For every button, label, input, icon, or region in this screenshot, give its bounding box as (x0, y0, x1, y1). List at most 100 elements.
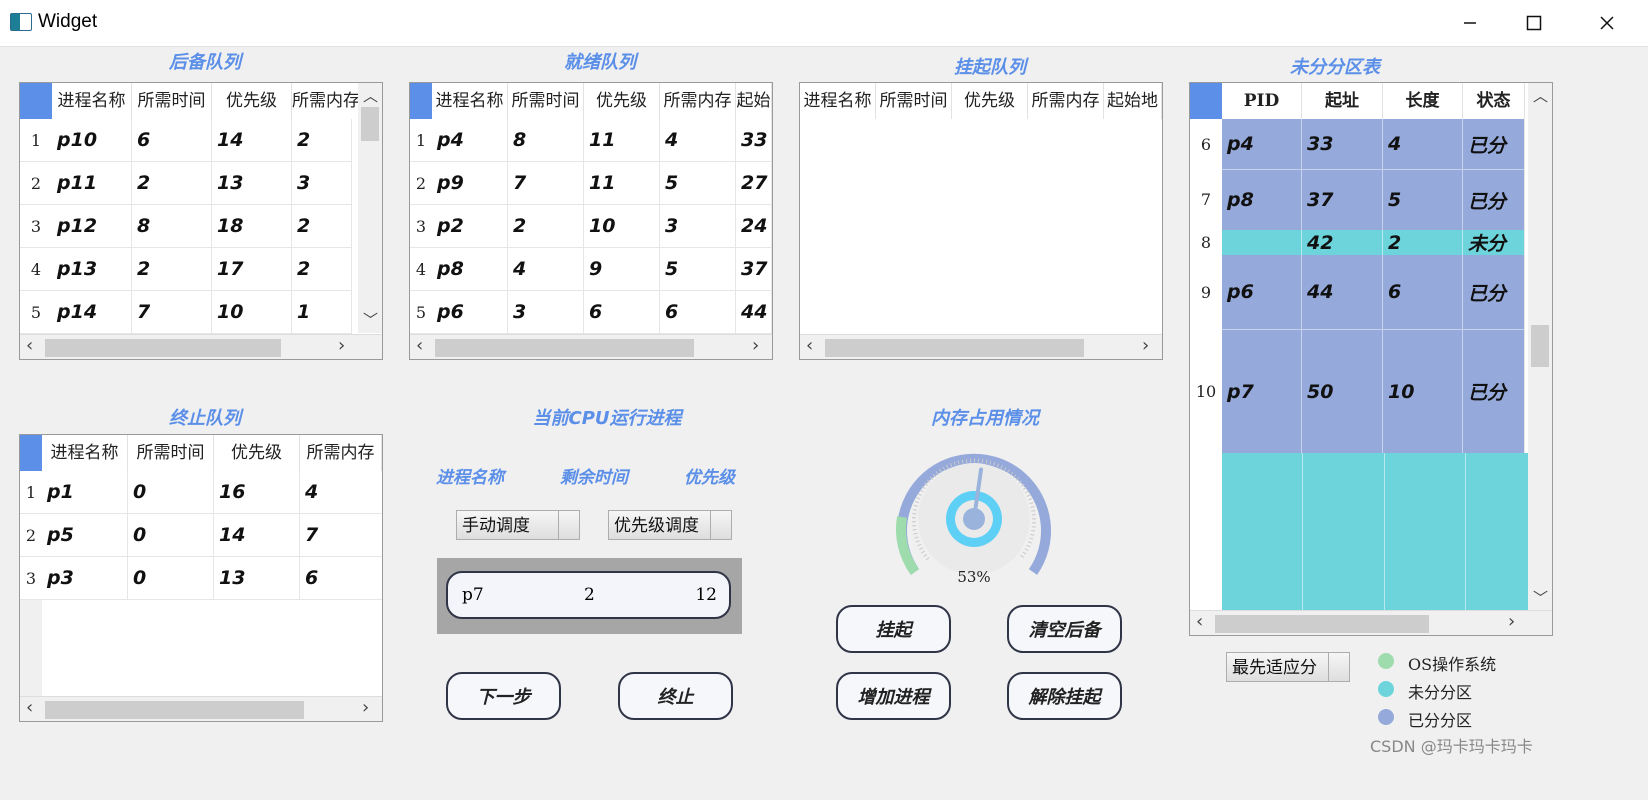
table-cell[interactable]: 6 (660, 291, 736, 333)
table-cell[interactable]: p6 (1222, 255, 1302, 329)
suspend-button[interactable]: 挂起 (836, 605, 951, 653)
column-header[interactable]: 所需内存 (1028, 83, 1104, 119)
table-cell[interactable]: 3 (660, 205, 736, 247)
table-cell[interactable]: 10 (584, 205, 660, 247)
table-cell[interactable]: 44 (1302, 255, 1383, 329)
scroll-up-icon[interactable]: ︿ (363, 85, 378, 106)
table-cell[interactable]: 2 (292, 205, 352, 247)
table-cell[interactable]: 2 (292, 119, 352, 161)
table-cell[interactable]: p8 (1222, 169, 1302, 230)
scroll-down-icon[interactable]: ﹀ (363, 309, 378, 330)
scroll-right-icon[interactable]: › (1142, 335, 1149, 356)
scroll-right-icon[interactable]: › (338, 335, 345, 356)
table-cell[interactable]: 14 (212, 119, 292, 161)
table-cell[interactable]: 18 (212, 205, 292, 247)
table-cell[interactable]: 7 (300, 514, 382, 556)
table-cell[interactable]: p9 (432, 162, 508, 204)
column-header[interactable]: 进程名称 (432, 83, 508, 119)
table-cell[interactable]: p2 (432, 205, 508, 247)
scroll-thumb[interactable] (361, 107, 379, 141)
terminate-queue-table[interactable]: 进程名称 所需时间 优先级 所需内存 1 p1 0 16 4 2 p5 0 14… (19, 434, 383, 722)
ready-queue-table[interactable]: 进程名称 所需时间 优先级 所需内存 起始 1 p4 8 11 4 33 2 p… (409, 82, 773, 360)
table-row[interactable]: 3 p2 2 10 3 24 (410, 205, 772, 248)
table-cell[interactable]: 已分 (1463, 255, 1525, 329)
table-cell[interactable]: 5 (660, 248, 736, 290)
scroll-thumb[interactable] (45, 339, 281, 357)
horizontal-scrollbar[interactable]: ‹ › (410, 334, 772, 359)
scroll-thumb[interactable] (45, 701, 304, 719)
column-header[interactable]: 所需内存 (660, 83, 736, 119)
table-cell[interactable]: 4 (508, 248, 584, 290)
column-header[interactable]: 进程名称 (42, 435, 128, 471)
backup-queue-table[interactable]: 进程名称 所需时间 优先级 所需内存 1 p10 6 14 2 2 p11 2 … (19, 82, 383, 360)
table-row[interactable]: 3 p3 0 13 6 (20, 557, 382, 600)
table-cell[interactable]: 16 (214, 471, 300, 513)
table-row[interactable]: 7 p8 37 5 已分 (1190, 169, 1525, 230)
column-header[interactable]: 优先级 (214, 435, 300, 471)
table-cell[interactable] (1222, 453, 1303, 611)
column-header[interactable]: 所需时间 (132, 83, 212, 119)
table-cell[interactable]: 44 (736, 291, 772, 333)
partition-table[interactable]: PID 起址 长度 状态 6 p4 33 4 已分 7 p8 37 5 已分 8… (1189, 82, 1553, 636)
allocation-algorithm-select[interactable]: 最先适应分 (1226, 652, 1350, 682)
table-row[interactable]: 4 p8 4 9 5 37 (410, 248, 772, 291)
table-cell[interactable]: 33 (1302, 119, 1383, 169)
horizontal-scrollbar[interactable]: ‹ › (1190, 610, 1552, 635)
table-cell[interactable]: 6 (1383, 255, 1463, 329)
table-cell[interactable]: 6 (132, 119, 212, 161)
table-cell[interactable]: 17 (212, 248, 292, 290)
table-cell[interactable]: 10 (1383, 329, 1463, 453)
table-cell[interactable]: 已分 (1463, 119, 1525, 169)
table-row[interactable]: 3 p12 8 18 2 (20, 205, 352, 248)
table-cell[interactable]: p14 (52, 291, 132, 333)
table-cell[interactable]: 33 (736, 119, 772, 161)
table-cell[interactable]: p10 (52, 119, 132, 161)
column-header[interactable]: 长度 (1383, 83, 1463, 119)
table-cell[interactable]: 4 (300, 471, 382, 513)
table-cell[interactable]: 5 (1383, 169, 1463, 230)
horizontal-scrollbar[interactable]: ‹ › (800, 334, 1162, 359)
minimize-button[interactable] (1438, 0, 1502, 46)
table-cell[interactable] (1303, 453, 1385, 611)
table-cell[interactable]: p4 (1222, 119, 1302, 169)
table-row[interactable]: 1 p10 6 14 2 (20, 119, 352, 162)
table-cell[interactable]: 27 (736, 162, 772, 204)
table-row[interactable]: 4 p13 2 17 2 (20, 248, 352, 291)
terminate-button[interactable]: 终止 (618, 672, 733, 720)
table-cell[interactable]: 0 (128, 471, 214, 513)
table-cell[interactable]: 1 (292, 291, 352, 333)
add-process-button[interactable]: 增加进程 (836, 672, 951, 720)
table-cell[interactable]: 8 (132, 205, 212, 247)
table-cell[interactable]: 7 (508, 162, 584, 204)
table-cell[interactable]: 24 (736, 205, 772, 247)
table-cell[interactable]: 11 (584, 119, 660, 161)
scroll-down-icon[interactable]: ﹀ (1533, 587, 1548, 608)
column-header[interactable]: 所需时间 (876, 83, 952, 119)
table-cell[interactable]: 2 (1383, 230, 1463, 255)
table-row[interactable]: 1 p1 0 16 4 (20, 471, 382, 514)
table-cell[interactable]: 2 (508, 205, 584, 247)
vertical-scrollbar[interactable]: ︿ ﹀ (358, 83, 382, 333)
table-cell[interactable]: 6 (584, 291, 660, 333)
column-header[interactable]: 所需内存 (292, 83, 360, 119)
table-row[interactable]: 2 p5 0 14 7 (20, 514, 382, 557)
column-header[interactable]: 优先级 (952, 83, 1028, 119)
table-cell[interactable]: 14 (214, 514, 300, 556)
column-header[interactable]: 优先级 (212, 83, 292, 119)
table-cell[interactable]: p6 (432, 291, 508, 333)
column-header[interactable]: 优先级 (584, 83, 660, 119)
table-row[interactable]: 9 p6 44 6 已分 (1190, 255, 1525, 329)
table-row[interactable]: 2 p11 2 13 3 (20, 162, 352, 205)
clear-backup-button[interactable]: 清空后备 (1007, 605, 1122, 653)
table-cell[interactable]: p3 (42, 557, 128, 599)
table-cell[interactable]: p1 (42, 471, 128, 513)
table-cell[interactable]: 11 (584, 162, 660, 204)
table-row[interactable]: 10 p7 50 10 已分 (1190, 329, 1525, 453)
maximize-button[interactable] (1502, 0, 1566, 46)
table-cell[interactable]: 50 (1302, 329, 1383, 453)
table-cell[interactable]: p7 (1222, 329, 1302, 453)
table-cell[interactable]: 已分 (1463, 169, 1525, 230)
table-cell[interactable]: 0 (128, 557, 214, 599)
scroll-thumb[interactable] (1531, 325, 1549, 367)
chevron-down-icon[interactable] (710, 511, 731, 539)
